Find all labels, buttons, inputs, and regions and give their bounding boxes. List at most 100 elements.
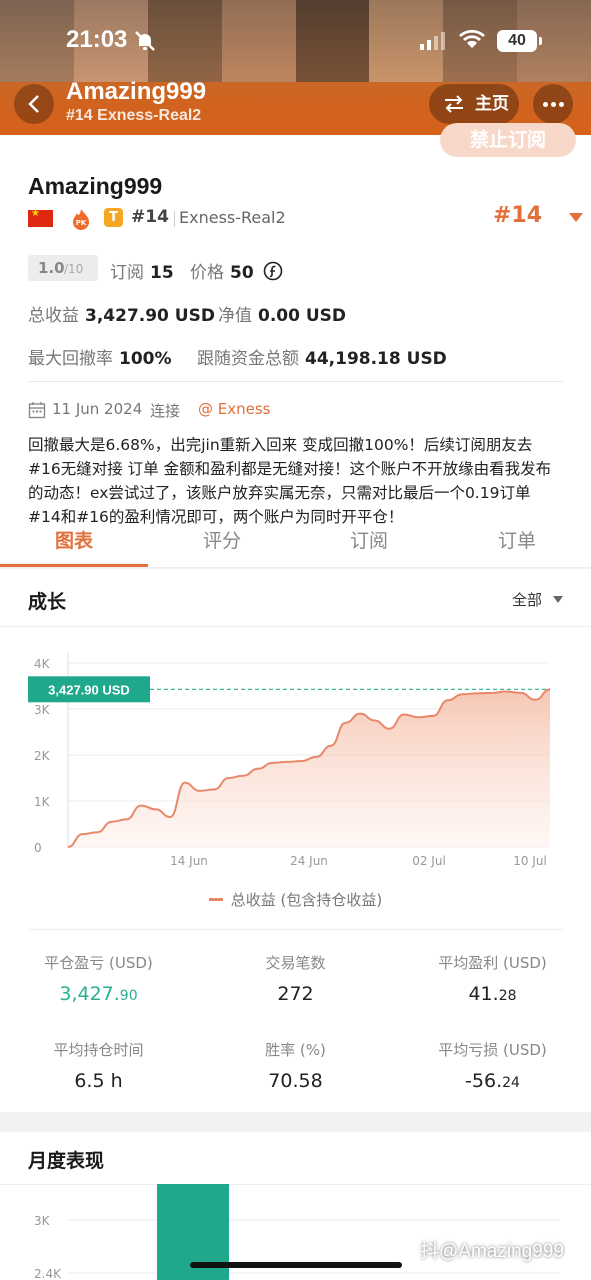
price-stat: 价格 50: [190, 258, 283, 283]
trader-description: 回撤最大是6.68%，出完jin重新入回来 变成回撤100%！后续订阅朋友去#1…: [28, 436, 552, 526]
profile-header: 21:03 40 Amazing999 #14 Exness-Real2 主页: [0, 0, 591, 135]
x-tick-label: 14 Jun: [170, 854, 208, 868]
metric-label: 平仓盈亏 (USD): [44, 954, 153, 972]
rating-max: /10: [64, 262, 84, 276]
equity-stat: 净值 0.00 USD: [218, 301, 346, 326]
metric-value: 6.5 h: [74, 1070, 123, 1092]
active-tab-indicator: [0, 564, 148, 567]
divider: [28, 929, 563, 930]
more-dot-icon: [543, 102, 548, 107]
bell-muted-icon: [135, 31, 155, 51]
subscribe-disabled-button[interactable]: 禁止订阅: [440, 123, 576, 157]
divider: [28, 381, 563, 382]
more-dot-icon: [559, 102, 564, 107]
caret-down-icon[interactable]: [569, 213, 583, 222]
metric-item: 平均亏损 (USD) -56.24: [394, 1039, 591, 1092]
swap-arrows-icon: [445, 95, 463, 113]
y-tick-label: 1K: [34, 795, 51, 809]
metric-label: 交易笔数: [265, 954, 326, 972]
coin-icon: [263, 261, 283, 281]
tab-subscribe[interactable]: 订阅: [295, 526, 443, 553]
server-label: Exness-Real2: [179, 208, 286, 227]
tab-chart[interactable]: 图表: [0, 526, 148, 553]
tab-orders[interactable]: 订单: [443, 526, 591, 553]
legend-swatch: [208, 898, 223, 901]
price-label: 价格: [190, 263, 224, 283]
badge-divider: [174, 211, 175, 227]
x-tick-label: 24 Jun: [290, 854, 328, 868]
growth-section: 成长 全部 0 1K 2K 3K 4K 14 Jun 24 Jun 02 Jul 10 Jul 3…: [0, 569, 591, 1112]
metric-label: 平均持仓时间: [53, 1041, 144, 1059]
rank-label: #14: [131, 207, 169, 227]
y-tick-label: 2K: [34, 749, 51, 763]
svg-text:PK: PK: [76, 219, 87, 227]
price-value: 50: [230, 263, 254, 283]
broker-link[interactable]: @ Exness: [198, 400, 271, 418]
total-profit-stat: 总收益 3,427.90 USD: [28, 301, 215, 326]
header-title: Amazing999: [66, 78, 207, 105]
t-badge-icon: T: [104, 208, 123, 227]
rating-badge: 1.0 /10: [28, 255, 98, 281]
cellular-signal-icon: [420, 32, 445, 50]
home-indicator[interactable]: [190, 1262, 402, 1268]
metric-item: 胜率 (%) 70.58: [197, 1039, 394, 1092]
metric-item: 平均持仓时间 6.5 h: [0, 1039, 197, 1092]
header-subtitle: #14 Exness-Real2: [66, 107, 202, 124]
home-button[interactable]: 主页: [429, 84, 519, 124]
subscribers-label: 订阅: [110, 263, 144, 283]
status-bar: 21:03 40: [0, 22, 591, 58]
legend-label: 总收益 (包含持仓收益): [230, 891, 383, 909]
y-tick-label: 2.4K: [34, 1267, 62, 1280]
metric-value: 70.58: [268, 1070, 323, 1092]
y-tick-label: 0: [34, 841, 42, 855]
follow-funds-value: 44,198.18 USD: [305, 349, 447, 369]
caret-down-icon[interactable]: [553, 596, 563, 603]
pk-flame-icon: PK: [73, 209, 89, 230]
metric-value: 272: [277, 983, 314, 1005]
current-value-label: 3,427.90 USD: [48, 682, 130, 697]
more-options-button[interactable]: [533, 84, 573, 124]
calendar-icon: [28, 402, 46, 419]
trader-name: Amazing999: [28, 173, 163, 199]
growth-area: [68, 689, 550, 847]
follow-funds-label: 跟随资金总额: [197, 349, 299, 369]
metric-label: 平均亏损 (USD): [438, 1041, 547, 1059]
home-button-label: 主页: [475, 94, 509, 114]
growth-title: 成长: [28, 591, 67, 613]
more-dot-icon: [551, 102, 556, 107]
connect-date: 11 Jun 2024: [52, 400, 143, 418]
tab-bar: 图表 评分 订阅 订单: [0, 518, 591, 568]
total-profit-value: 3,427.90 USD: [85, 306, 215, 326]
status-time: 21:03: [66, 26, 128, 53]
metric-item: 平均盈利 (USD) 41.28: [394, 952, 591, 1005]
y-tick-label: 3K: [34, 703, 51, 717]
metric-item: 平仓盈亏 (USD) 3,427.90: [0, 952, 197, 1005]
y-tick-label: 4K: [34, 657, 51, 671]
chevron-left-icon: [28, 95, 39, 113]
china-flag-icon: [28, 208, 53, 227]
x-tick-label: 10 Jul: [513, 854, 547, 868]
monthly-title: 月度表现: [28, 1150, 105, 1172]
battery-indicator: 40: [497, 30, 542, 52]
back-button[interactable]: [14, 84, 54, 124]
subscribers-stat: 订阅 15: [110, 258, 174, 283]
metric-label: 胜率 (%): [265, 1041, 326, 1059]
tab-rating[interactable]: 评分: [148, 526, 296, 553]
watermark-text: 抖@Amazing999: [420, 1241, 564, 1262]
metric-item: 交易笔数 272: [197, 952, 394, 1005]
equity-label: 净值: [218, 306, 252, 326]
account-rank-selector[interactable]: #14: [493, 203, 542, 228]
total-profit-label: 总收益: [28, 306, 79, 326]
x-tick-label: 02 Jul: [412, 854, 446, 868]
metric-label: 平均盈利 (USD): [438, 954, 547, 972]
rating-value: 1.0: [38, 259, 65, 277]
follow-funds-stat: 跟随资金总额 44,198.18 USD: [197, 344, 447, 369]
profile-card: 禁止订阅 Amazing999 PK T #14 Exness-Real2 #1…: [0, 123, 591, 568]
drawdown-stat: 最大回撤率 100%: [28, 344, 172, 369]
metric-value: 41.28: [468, 983, 517, 1005]
badge-row: PK T #14 Exness-Real2 #14: [28, 203, 583, 231]
connect-label: 连接: [150, 402, 181, 420]
metric-value: 3,427.90: [59, 983, 138, 1005]
range-selector[interactable]: 全部: [512, 589, 542, 610]
subscribers-count: 15: [150, 263, 174, 283]
